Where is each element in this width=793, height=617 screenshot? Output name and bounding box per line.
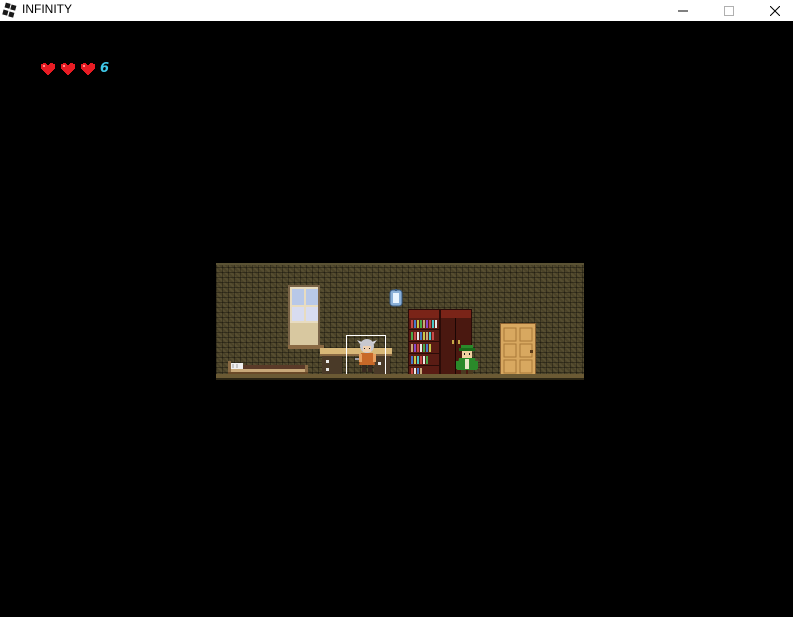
bookshelf	[408, 309, 440, 376]
game-canvas[interactable]: 6	[0, 21, 793, 617]
maximize-icon	[724, 5, 734, 16]
room-scene	[216, 263, 584, 380]
close-icon	[770, 5, 780, 16]
maximize-button[interactable]	[706, 0, 752, 21]
life-count: 6	[100, 61, 110, 76]
minimize-button[interactable]	[660, 0, 706, 21]
player-character[interactable]	[346, 335, 386, 375]
heart-icon	[80, 62, 96, 76]
room-window	[288, 285, 324, 349]
room-floor	[216, 374, 584, 378]
bed	[228, 361, 308, 375]
hud: 6	[40, 61, 109, 77]
window-title: INFINITY	[22, 2, 72, 16]
close-button[interactable]	[752, 0, 793, 21]
heart-icon	[60, 62, 76, 76]
heart-icon	[40, 62, 56, 76]
app-icon	[2, 2, 18, 18]
window-titlebar[interactable]: INFINITY	[0, 0, 793, 21]
door[interactable]	[500, 323, 536, 376]
lamp-icon	[389, 289, 403, 307]
npc-character[interactable]	[456, 345, 478, 375]
minimize-icon	[678, 10, 688, 11]
